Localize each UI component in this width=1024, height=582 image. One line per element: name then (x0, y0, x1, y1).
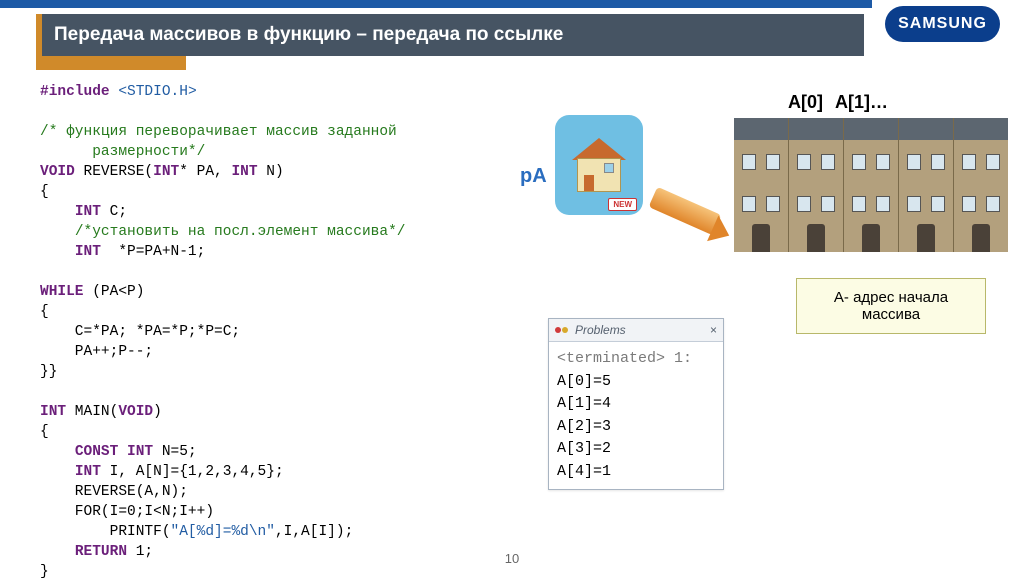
label-a1: A[1]… (835, 92, 888, 113)
pointer-pA-label: pA (520, 165, 547, 188)
slide-title: Передача массивов в функцию – передача п… (54, 24, 563, 46)
page-number: 10 (505, 551, 519, 566)
output-row: A[3]=2 (557, 438, 715, 461)
slide-title-bar: Передача массивов в функцию – передача п… (36, 14, 864, 56)
ide-problems-panel: Problems × <terminated> 1: A[0]=5 A[1]=4… (548, 318, 724, 490)
problems-tab-label: Problems (575, 323, 626, 337)
note-array-address: A- адрес начала массива (796, 278, 986, 334)
output-row: A[2]=3 (557, 416, 715, 439)
problems-icon (555, 323, 569, 337)
output-row: A[1]=4 (557, 393, 715, 416)
output-row: A[4]=1 (557, 461, 715, 484)
house-icon (572, 138, 626, 192)
output-row: A[0]=5 (557, 371, 715, 394)
problems-tab[interactable]: Problems × (549, 319, 723, 342)
array-townhouses-illustration (734, 118, 1008, 252)
pointer-arrow-icon (650, 186, 730, 234)
house-icon-card: NEW (555, 115, 643, 215)
array-index-labels: A[0] A[1]… (788, 92, 888, 113)
samsung-logo: SAMSUNG (885, 6, 1000, 42)
code-listing: #include <STDIO.H> /* функция переворачи… (40, 82, 510, 582)
terminated-label: <terminated> 1: (557, 348, 715, 371)
close-icon[interactable]: × (710, 323, 717, 337)
label-a0: A[0] (788, 92, 823, 113)
problems-output: <terminated> 1: A[0]=5 A[1]=4 A[2]=3 A[3… (549, 342, 723, 489)
top-stripe (0, 0, 872, 8)
accent-stripe (36, 56, 186, 70)
new-badge: NEW (608, 198, 637, 211)
